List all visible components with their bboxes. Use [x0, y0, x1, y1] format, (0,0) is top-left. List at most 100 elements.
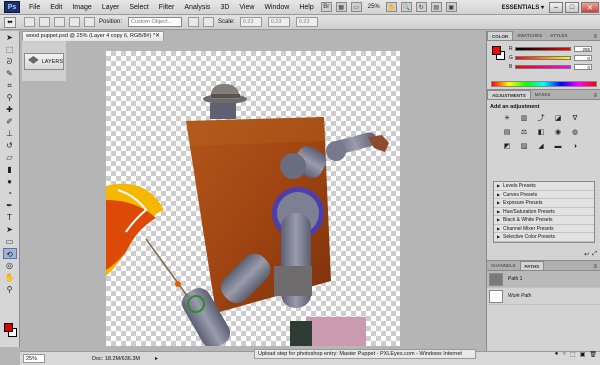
tab-styles[interactable]: STYLES	[546, 31, 571, 40]
green-value-field[interactable]: 0	[574, 54, 592, 61]
menu-view[interactable]: View	[234, 0, 259, 15]
levels-icon[interactable]: ▥	[518, 114, 530, 124]
3d-slide-icon[interactable]	[69, 17, 80, 27]
position-select[interactable]: Custom Object...	[128, 17, 183, 27]
maximize-button[interactable]: □	[565, 2, 579, 13]
eraser-tool-icon[interactable]: ▱	[3, 152, 17, 163]
hue-saturation-icon[interactable]: ▤	[501, 128, 513, 138]
rotate-view-icon[interactable]: ↻	[415, 2, 427, 12]
document-tab[interactable]: wood puppet.psd @ 25% (Layer 4 copy 6, R…	[22, 31, 164, 41]
path-select-tool-icon[interactable]: ➤	[3, 224, 17, 235]
foreground-color-swatch[interactable]	[4, 323, 13, 332]
stamp-tool-icon[interactable]: ⊥	[3, 128, 17, 139]
tab-adjustments[interactable]: ADJUSTMENTS	[487, 90, 531, 99]
blue-slider[interactable]	[515, 64, 571, 69]
brush-tool-icon[interactable]: ✐	[3, 116, 17, 127]
pen-tool-icon[interactable]: ✒	[3, 200, 17, 211]
new-path-icon[interactable]: ▣	[580, 351, 586, 358]
mini-bridge-icon[interactable]: ▦	[335, 2, 347, 12]
hand-icon[interactable]: ✋	[385, 2, 397, 12]
menu-filter[interactable]: Filter	[154, 0, 180, 15]
layers-panel-button[interactable]: LAYERS	[24, 53, 64, 70]
menu-analysis[interactable]: Analysis	[179, 0, 215, 15]
quick-select-tool-icon[interactable]: ✎	[3, 68, 17, 79]
healing-tool-icon[interactable]: ✚	[3, 104, 17, 115]
scroll-right-icon[interactable]: ▸	[155, 355, 158, 362]
tab-paths[interactable]: PATHS	[519, 261, 545, 270]
status-zoom-field[interactable]: 25%	[23, 354, 45, 363]
tab-swatches[interactable]: SWATCHES	[513, 31, 546, 40]
bridge-icon[interactable]: Br	[320, 2, 332, 12]
screen-mode-icon[interactable]: ▣	[445, 2, 457, 12]
menu-select[interactable]: Select	[124, 0, 153, 15]
blue-value-field[interactable]: 0	[574, 63, 592, 70]
3d-scale-icon[interactable]	[84, 17, 95, 27]
delete-path-icon[interactable]: 🗑	[589, 351, 597, 358]
curves-icon[interactable]: ⤴	[535, 114, 547, 124]
red-value-field[interactable]: 255	[574, 45, 592, 52]
list-item[interactable]: ▶ Levels Presets	[494, 182, 594, 191]
lasso-tool-icon[interactable]: ᘐ	[3, 56, 17, 67]
3d-rotate-icon[interactable]	[24, 17, 35, 27]
scale-z-field[interactable]: 0.23	[295, 17, 318, 27]
hand-tool-icon[interactable]: ✋	[3, 272, 17, 283]
dodge-tool-icon[interactable]: ◔	[3, 188, 17, 199]
path-row[interactable]: Work Path	[487, 288, 600, 305]
history-brush-tool-icon[interactable]: ↺	[3, 140, 17, 151]
menu-edit[interactable]: Edit	[45, 0, 67, 15]
crop-tool-icon[interactable]: ⌗	[3, 80, 17, 91]
arrange-documents-icon[interactable]: ▤	[430, 2, 442, 12]
black-white-icon[interactable]: ◧	[535, 128, 547, 138]
close-button[interactable]: ✕	[581, 2, 599, 13]
green-slider[interactable]	[515, 55, 571, 60]
threshold-icon[interactable]: ◢	[535, 142, 547, 152]
tab-masks[interactable]: MASKS	[531, 90, 555, 99]
menu-3d[interactable]: 3D	[215, 0, 234, 15]
3d-object-rotate-tool-icon[interactable]: ⟲	[2, 248, 17, 259]
minimize-button[interactable]: –	[549, 2, 563, 13]
gradient-tool-icon[interactable]: ▮	[3, 164, 17, 175]
type-tool-icon[interactable]: T	[3, 212, 17, 223]
menu-help[interactable]: Help	[294, 0, 318, 15]
channel-mixer-icon[interactable]: ◍	[569, 128, 581, 138]
marquee-tool-icon[interactable]: ⬚	[3, 44, 17, 55]
list-item[interactable]: ▶ Black & White Presets	[494, 216, 594, 225]
return-to-list-icon[interactable]: ↩	[584, 251, 589, 258]
list-item[interactable]: ▶ Hue/Saturation Presets	[494, 208, 594, 216]
tab-channels[interactable]: CHANNELS	[487, 261, 520, 270]
red-slider[interactable]	[515, 46, 571, 51]
expand-view-icon[interactable]: ⤢	[592, 251, 597, 258]
color-spectrum-bar[interactable]	[491, 81, 597, 87]
stroke-path-icon[interactable]: ○	[562, 351, 566, 358]
workspace-switcher[interactable]: ESSENTIALS ▾	[502, 4, 544, 11]
list-item[interactable]: ▶ Curves Presets	[494, 191, 594, 199]
posterize-icon[interactable]: ▨	[518, 142, 530, 152]
paths-menu-icon[interactable]: ≡	[593, 264, 597, 270]
move-tool-icon[interactable]: ➤	[3, 32, 17, 43]
selective-color-icon[interactable]: ◑	[569, 142, 581, 152]
adjustments-menu-icon[interactable]: ≡	[593, 93, 597, 99]
list-item[interactable]: ▶ Selective Color Presets	[494, 233, 594, 242]
delete-position-icon[interactable]	[203, 17, 215, 27]
photo-filter-icon[interactable]: ◉	[552, 128, 564, 138]
3d-camera-tool-icon[interactable]: ◎	[3, 260, 17, 271]
zoom-icon[interactable]: 🔍	[400, 2, 412, 12]
3d-roll-icon[interactable]	[39, 17, 50, 27]
fill-path-icon[interactable]: ●	[555, 351, 559, 358]
extras-icon[interactable]: ▭	[350, 2, 362, 12]
blur-tool-icon[interactable]: ●	[3, 176, 17, 187]
load-selection-icon[interactable]: ⬚	[570, 351, 576, 358]
zoom-tool-icon[interactable]: ⚲	[3, 284, 17, 295]
menu-layer[interactable]: Layer	[97, 0, 125, 15]
menu-file[interactable]: File	[24, 0, 45, 15]
shape-tool-icon[interactable]: ▭	[3, 236, 17, 247]
path-row[interactable]: Path 1	[487, 271, 600, 288]
menu-window[interactable]: Window	[259, 0, 294, 15]
invert-icon[interactable]: ◩	[501, 142, 513, 152]
color-fg-swatch[interactable]	[492, 46, 501, 55]
brightness-contrast-icon[interactable]: ☀	[501, 114, 513, 124]
menu-image[interactable]: Image	[67, 0, 96, 15]
save-position-icon[interactable]	[188, 17, 200, 27]
eyedropper-tool-icon[interactable]: ⚲	[3, 92, 17, 103]
gradient-map-icon[interactable]: ▬	[552, 142, 564, 152]
